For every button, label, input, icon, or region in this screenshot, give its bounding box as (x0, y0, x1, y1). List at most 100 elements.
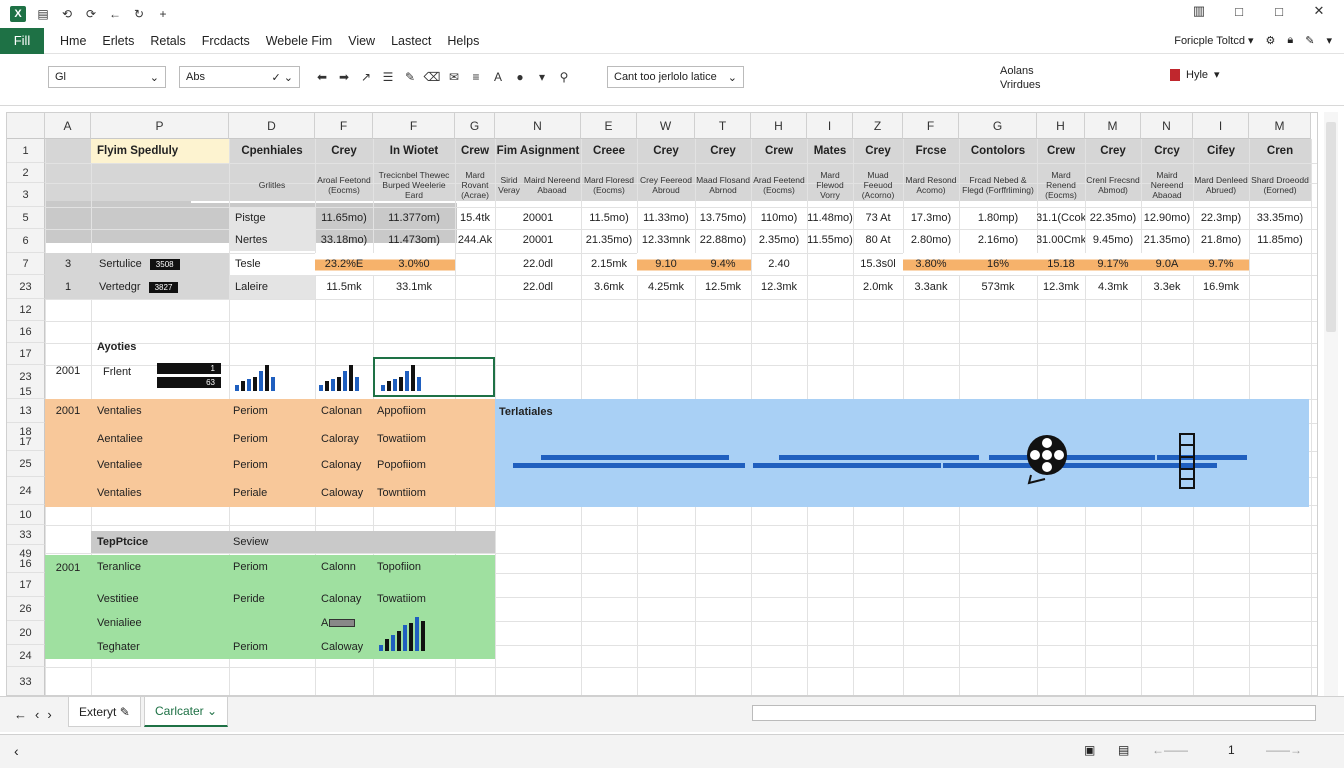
data-cell[interactable]: 31.00Cmk (1037, 229, 1085, 251)
sub-header-cell[interactable]: Frcad Nebed & Flegd (Forffrliming) (959, 163, 1037, 207)
row-header[interactable]: 17 (7, 343, 45, 365)
header-cell[interactable]: Crcy (1141, 139, 1193, 163)
vertical-scroll-thumb[interactable] (1326, 122, 1336, 332)
data-cell[interactable]: 80 At (853, 229, 903, 251)
row-header[interactable]: 6 (7, 229, 45, 253)
orange-cell[interactable]: Towatiiom (377, 427, 493, 451)
data-cell[interactable]: 2.80mo) (903, 229, 959, 251)
data-cell[interactable]: 15.18 (1037, 253, 1085, 275)
sub-header-cell[interactable]: Maird Nereend Abaoad (523, 163, 581, 207)
lock-icon[interactable]: 🔒︎ (1287, 34, 1293, 47)
pointer-icon[interactable]: ↗ (360, 70, 372, 84)
header-cell[interactable]: Creee (581, 139, 637, 163)
header-cell[interactable]: In Wiotet (373, 139, 455, 163)
orange-cell[interactable]: Popofiiom (377, 453, 493, 477)
sub-header-cell[interactable]: Shard Droeodd (Eorned) (1249, 163, 1311, 207)
header-cell[interactable]: Cren (1249, 139, 1311, 163)
page-layout-icon[interactable]: ▤ (1118, 743, 1129, 757)
row-header[interactable]: 16 (7, 321, 45, 343)
data-cell[interactable]: 9.10 (637, 253, 695, 275)
eraser-icon[interactable]: ⌫ (424, 70, 441, 84)
menu-help[interactable]: Helps (447, 34, 479, 48)
orange-cell[interactable]: Periom (233, 453, 313, 477)
green-cell[interactable]: Peride (233, 587, 313, 611)
minimize-icon[interactable]: □ (1232, 4, 1246, 19)
horizontal-scrollbar[interactable] (752, 705, 1316, 721)
green-cell[interactable]: Teranlice (97, 555, 227, 579)
data-cell[interactable]: 244.Ak (455, 229, 495, 251)
sheet-tab-1[interactable]: Exteryt ✎ (68, 697, 141, 727)
data-cell[interactable]: 11.48mo) (807, 207, 853, 229)
sertulice-cell[interactable]: Sertulice 3508 (91, 253, 229, 275)
orange-cell[interactable]: Aentaliee (97, 427, 227, 451)
sub-header-cell[interactable]: Aroal Feetond (Eocms) (315, 163, 373, 207)
refresh-icon[interactable]: ↻ (132, 7, 146, 21)
green-cell[interactable]: Venialiee (97, 611, 227, 635)
settings-icon[interactable]: ⚙ (1266, 34, 1276, 47)
index-cell[interactable]: 1 (45, 275, 91, 299)
row-label[interactable]: Laleire (229, 275, 315, 299)
green-cell[interactable]: Caloway (321, 635, 377, 659)
column-header[interactable]: D (229, 113, 315, 139)
pencil-icon[interactable]: ✎ (404, 70, 416, 84)
row-header[interactable]: 10 (7, 505, 45, 525)
fill-color-icon[interactable]: ● (514, 70, 526, 84)
data-cell[interactable]: 9.4% (695, 253, 751, 275)
data-cell[interactable]: 21.35mo) (581, 229, 637, 251)
sub-header-cell[interactable]: Crenl Frecsnd Abmod) (1085, 163, 1141, 207)
sub-header-cell[interactable]: Arad Feetend (Eocms) (751, 163, 807, 207)
row-header[interactable]: 24 (7, 645, 45, 667)
pin-icon[interactable]: ⚲ (558, 70, 570, 84)
data-cell[interactable]: 17.3mo) (903, 207, 959, 229)
green-header[interactable]: TepPtcice (97, 531, 227, 553)
vertedgr-cell[interactable]: Vertedgr 3827 (91, 275, 229, 299)
style-control[interactable]: Hyle ▾ (1170, 68, 1220, 81)
options-line1[interactable]: Aolans (1000, 64, 1041, 78)
row-header[interactable]: 12 (7, 299, 45, 321)
list-icon[interactable]: ☰ (382, 70, 394, 84)
row-header[interactable]: 3 (7, 183, 45, 207)
data-cell[interactable]: 22.88mo) (695, 229, 751, 251)
arrow-right-icon[interactable]: ➡ (338, 70, 350, 84)
row-header[interactable]: 33 (7, 667, 45, 695)
green-cell[interactable]: Topofiion (377, 555, 493, 579)
sub-header-cell[interactable]: Mard Resond Acomo) (903, 163, 959, 207)
orange-cell[interactable]: Appofiiom (377, 399, 493, 423)
menu-insert[interactable]: Erlets (102, 34, 134, 48)
row-label[interactable]: Pistge (229, 207, 315, 229)
column-header[interactable]: F (903, 113, 959, 139)
sheet-tab-2[interactable]: Carlcater ⌄ (144, 697, 229, 727)
green-cell[interactable]: Towatiiom (377, 587, 493, 611)
row-header[interactable]: 5 (7, 207, 45, 229)
data-cell[interactable]: 12.3mk (1037, 275, 1085, 299)
orange-cell[interactable]: Ventaliee (97, 453, 227, 477)
column-header[interactable]: A (45, 113, 91, 139)
column-header[interactable]: T (695, 113, 751, 139)
sub-header-cell[interactable]: Mard Flewod Vorry (807, 163, 853, 207)
back-icon[interactable]: ‹ (14, 743, 19, 759)
data-cell[interactable]: 20001 (495, 229, 581, 251)
row-label[interactable]: Nertes (229, 229, 315, 251)
name-box[interactable]: Gl ⌄ (48, 66, 166, 88)
column-header[interactable]: H (1037, 113, 1085, 139)
font-color-icon[interactable]: A (492, 70, 504, 84)
data-cell[interactable]: 9.7% (1193, 253, 1249, 275)
data-cell[interactable]: 4.25mk (637, 275, 695, 299)
menu-website[interactable]: Webele Fim (266, 34, 332, 48)
sub-header-cell[interactable]: Maad Flosand Abrnod (695, 163, 751, 207)
data-cell[interactable]: 16.9mk (1193, 275, 1249, 299)
data-cell[interactable]: 3.3ek (1141, 275, 1193, 299)
header-cell[interactable]: Mates (807, 139, 853, 163)
data-cell[interactable]: 73 At (853, 207, 903, 229)
column-header[interactable]: H (751, 113, 807, 139)
header-cell[interactable]: Crey (853, 139, 903, 163)
header-cell[interactable]: Flyim Spedluly (91, 139, 229, 163)
data-cell[interactable]: 13.75mo) (695, 207, 751, 229)
data-cell[interactable]: 2.40 (751, 253, 807, 275)
green-cell[interactable]: Teghater (97, 635, 227, 659)
orange-cell[interactable]: Calonay (321, 453, 377, 477)
column-header[interactable]: I (1193, 113, 1249, 139)
data-cell[interactable]: 11.473om) (373, 229, 455, 251)
green-cell[interactable]: Calonay (321, 587, 377, 611)
row-header[interactable]: 33 (7, 525, 45, 545)
